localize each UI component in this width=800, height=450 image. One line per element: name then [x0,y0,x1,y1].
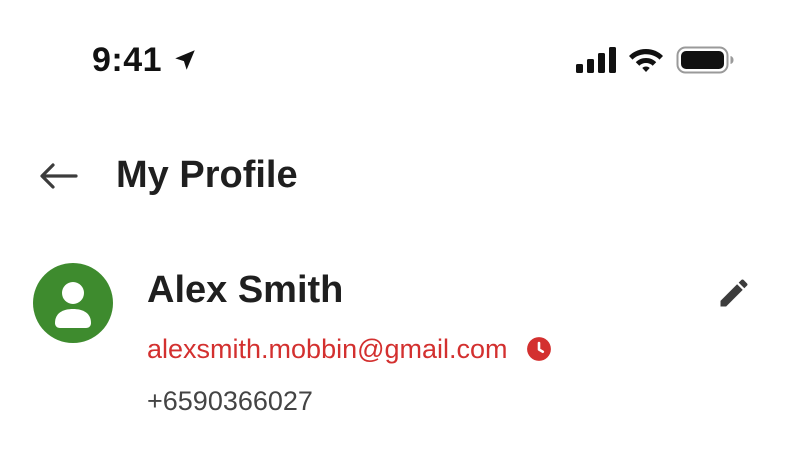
profile-name: Alex Smith [147,269,344,311]
cellular-signal-icon [576,47,616,73]
email-row: alexsmith.mobbin@gmail.com [147,329,552,369]
profile-card: Alex Smith alexsmith.mobbin@gmail.com +6… [0,255,800,435]
wifi-icon [629,49,663,72]
status-icons [576,42,734,78]
clock-icon[interactable] [526,336,552,362]
battery-icon [676,46,734,74]
profile-phone: +6590366027 [147,386,313,416]
location-arrow-icon [175,50,195,70]
status-bar: 9:41 [0,0,800,110]
back-button[interactable] [34,156,82,196]
profile-screen: 9:41 My Profile Alex Smith alexsmith.mob… [0,0,800,450]
person-icon [55,282,91,328]
arrow-left-icon [40,163,78,189]
pencil-icon [720,279,748,307]
profile-email: alexsmith.mobbin@gmail.com [147,334,508,364]
edit-profile-button[interactable] [712,271,756,315]
status-time: 9:41 [92,41,163,79]
avatar[interactable] [33,263,113,343]
status-time-group: 9:41 [92,40,198,80]
app-header: My Profile [0,140,800,210]
page-title: My Profile [116,154,298,196]
